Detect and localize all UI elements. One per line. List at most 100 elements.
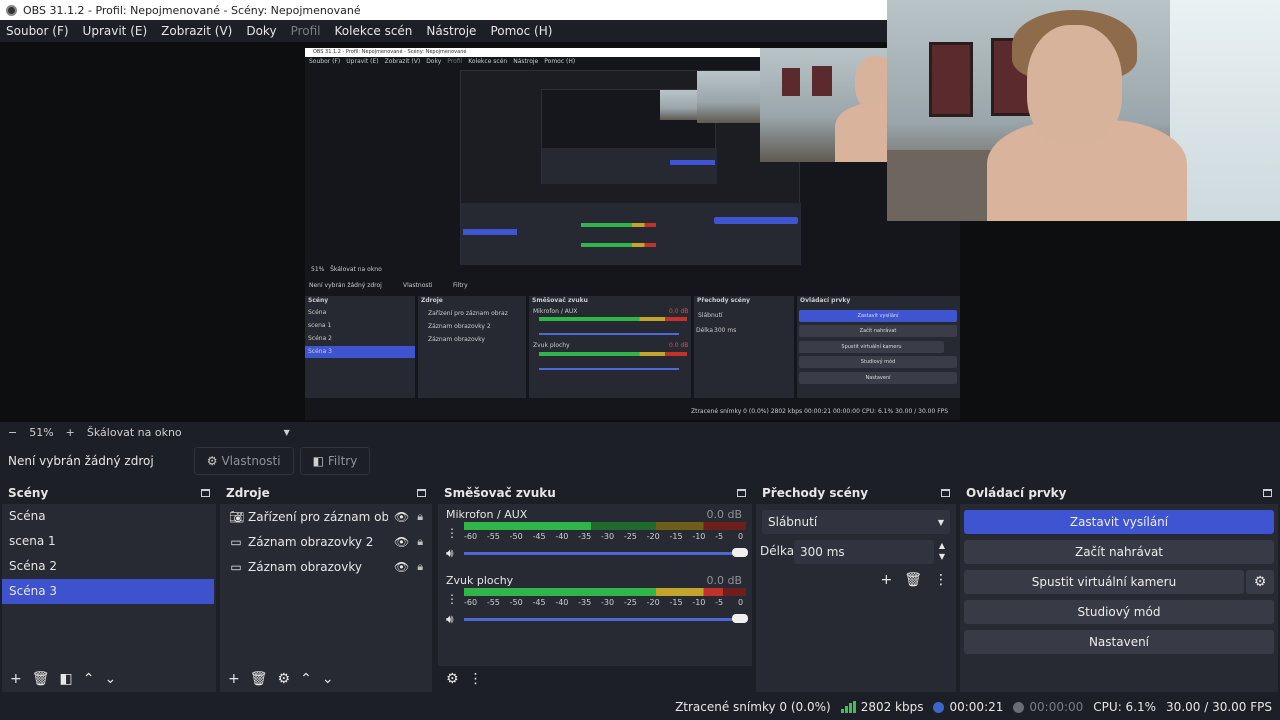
undock-icon[interactable]: [1263, 489, 1272, 497]
scenes-list: Scéna scena 1 Scéna 2 Scéna 3 + 🗑 ◧ ⌃ ⌄: [2, 504, 216, 692]
sources-list: 📷︎ Zařízení pro záznam obrazu 👁︎ 🔒︎ ▭ Zá…: [220, 504, 432, 692]
studio-mode-button[interactable]: Studiový mód: [964, 600, 1274, 624]
nested-selected-scene: [463, 229, 517, 235]
menu-scene-collection[interactable]: Kolekce scén: [335, 24, 413, 38]
source-item[interactable]: ▭ Záznam obrazovky 2 👁︎ 🔒︎: [220, 529, 432, 554]
meter-tick-label: -15: [669, 598, 683, 607]
nested-menu-item: Profil: [447, 58, 463, 65]
undock-icon[interactable]: [941, 489, 950, 497]
volume-slider-knob[interactable]: [732, 548, 748, 557]
transition-select[interactable]: Slábnutí ▼: [762, 510, 950, 534]
nested-meter: [581, 223, 656, 227]
move-down-icon[interactable]: ⌄: [322, 671, 334, 687]
channel-menu-icon[interactable]: ⋮: [446, 592, 458, 606]
add-icon[interactable]: +: [228, 671, 240, 687]
virtual-camera-settings-gear-icon[interactable]: ⚙: [1246, 570, 1274, 594]
meter-tick-label: -45: [532, 598, 546, 607]
trash-icon[interactable]: 🗑: [250, 671, 268, 687]
move-up-icon[interactable]: ⌃: [300, 671, 312, 687]
source-item[interactable]: ▭ Záznam obrazovky 👁︎ 🔒︎: [220, 554, 432, 579]
volume-slider-knob[interactable]: [732, 614, 748, 623]
menu-docks[interactable]: Doky: [246, 24, 276, 38]
mixer-menu-icon[interactable]: ⋮: [469, 671, 483, 687]
preview-canvas[interactable]: OBS 31.1.2 - Profil: Nepojmenované - Scé…: [305, 48, 960, 420]
lock-icon[interactable]: 🔒︎: [417, 510, 423, 524]
add-icon[interactable]: +: [10, 671, 22, 687]
meter-ticks: -60 -55 -50 -45 -40 -35 -30 -25 -20 -15 -10 -5 0: [464, 598, 746, 608]
menu-tools[interactable]: Nástroje: [426, 24, 476, 38]
volume-meter: [464, 588, 746, 596]
zoom-in-button[interactable]: +: [66, 426, 75, 439]
duration-value: 300 ms: [800, 545, 845, 559]
status-bar: Ztracené snímky 0 (0.0%) 2802 kbps 00:00…: [0, 694, 1280, 720]
scene-filters-icon[interactable]: ◧: [60, 671, 73, 687]
volume-meter: [464, 522, 746, 530]
lock-icon[interactable]: 🔒︎: [417, 535, 423, 549]
meter-tick-label: -30: [601, 598, 615, 607]
channel-menu-icon[interactable]: ⋮: [446, 526, 458, 540]
scene-item[interactable]: Scéna 2: [2, 554, 214, 579]
chevron-down-icon: ▼: [937, 517, 944, 527]
settings-button[interactable]: Nastavení: [964, 630, 1274, 654]
rec-time-status: 00:00:00: [1013, 700, 1083, 714]
meter-tick-label: -50: [509, 532, 523, 541]
menu-edit[interactable]: Upravit (E): [83, 24, 148, 38]
scale-mode-select[interactable]: Škálovat na okno: [87, 426, 182, 439]
stop-streaming-button[interactable]: Zastavit vysílání: [964, 510, 1274, 534]
fps-status: 30.00 / 30.00 FPS: [1166, 700, 1272, 714]
advanced-audio-gear-icon[interactable]: ⚙: [446, 671, 459, 687]
stream-time: 00:00:21: [949, 700, 1004, 714]
meter-tick-label: -10: [692, 598, 706, 607]
webcam-feed: [887, 0, 1280, 221]
filters-button[interactable]: ◧ Filtry: [299, 447, 371, 475]
visibility-eye-icon[interactable]: 👁︎: [394, 510, 409, 524]
trash-icon[interactable]: 🗑: [904, 572, 922, 588]
meter-tick-label: -55: [486, 532, 500, 541]
scene-item-selected[interactable]: Scéna 3: [2, 579, 214, 604]
menu-help[interactable]: Pomoc (H): [490, 24, 552, 38]
menu-view[interactable]: Zobrazit (V): [161, 24, 232, 38]
undock-icon[interactable]: [737, 489, 746, 497]
transitions-toolbar: + 🗑 ⋮: [880, 572, 948, 588]
meter-tick-label: -30: [601, 532, 615, 541]
channel-db: 0.0 dB: [706, 508, 742, 521]
meter-level: [464, 526, 591, 530]
visibility-eye-icon[interactable]: 👁︎: [394, 535, 409, 549]
source-item[interactable]: 📷︎ Zařízení pro záznam obrazu 👁︎ 🔒︎: [220, 504, 432, 529]
start-recording-button[interactable]: Začít nahrávat: [964, 540, 1274, 564]
move-down-icon[interactable]: ⌄: [104, 671, 116, 687]
scene-item[interactable]: Scéna: [2, 504, 214, 529]
window-title: OBS 31.1.2 - Profil: Nepojmenované - Scé…: [23, 3, 361, 17]
visibility-eye-icon[interactable]: 👁︎: [394, 560, 409, 574]
gear-icon[interactable]: ⚙: [278, 671, 291, 687]
volume-slider[interactable]: [464, 618, 734, 621]
signal-bars-icon: [840, 701, 856, 713]
start-virtual-camera-button[interactable]: Spustit virtuální kameru: [964, 570, 1244, 594]
scene-item[interactable]: scena 1: [2, 529, 214, 554]
controls-dock-header: Ovládací prvky: [960, 482, 1278, 504]
add-icon[interactable]: +: [880, 572, 892, 588]
duration-spinner[interactable]: ▲ ▼: [936, 540, 948, 562]
properties-button[interactable]: ⚙ Vlastnosti: [193, 447, 294, 475]
speaker-icon[interactable]: 🔊︎: [446, 612, 454, 627]
meter-level: [464, 592, 724, 596]
lock-icon[interactable]: 🔒︎: [417, 560, 423, 574]
nested-preview-deeper: [541, 89, 717, 184]
menu-profile[interactable]: Profil: [291, 24, 321, 38]
trash-icon[interactable]: 🗑: [32, 671, 50, 687]
transition-menu-icon[interactable]: ⋮: [934, 572, 948, 588]
volume-slider[interactable]: [464, 552, 734, 555]
menu-file[interactable]: Soubor (F): [6, 24, 69, 38]
meter-tick-label: -50: [509, 598, 523, 607]
bitrate-status: 2802 kbps: [840, 700, 923, 714]
zoom-out-button[interactable]: −: [8, 426, 17, 439]
speaker-icon[interactable]: 🔊︎: [446, 546, 454, 561]
obs-window: OBS 31.1.2 - Profil: Nepojmenované - Scé…: [0, 0, 1280, 720]
zoom-value: 51%: [29, 425, 54, 439]
undock-icon[interactable]: [417, 489, 426, 497]
duration-input[interactable]: 300 ms: [794, 540, 934, 564]
undock-icon[interactable]: [201, 489, 210, 497]
meter-tick-label: -25: [623, 598, 637, 607]
move-up-icon[interactable]: ⌃: [83, 671, 95, 687]
scale-mode-caret-icon[interactable]: ▼: [284, 428, 290, 437]
